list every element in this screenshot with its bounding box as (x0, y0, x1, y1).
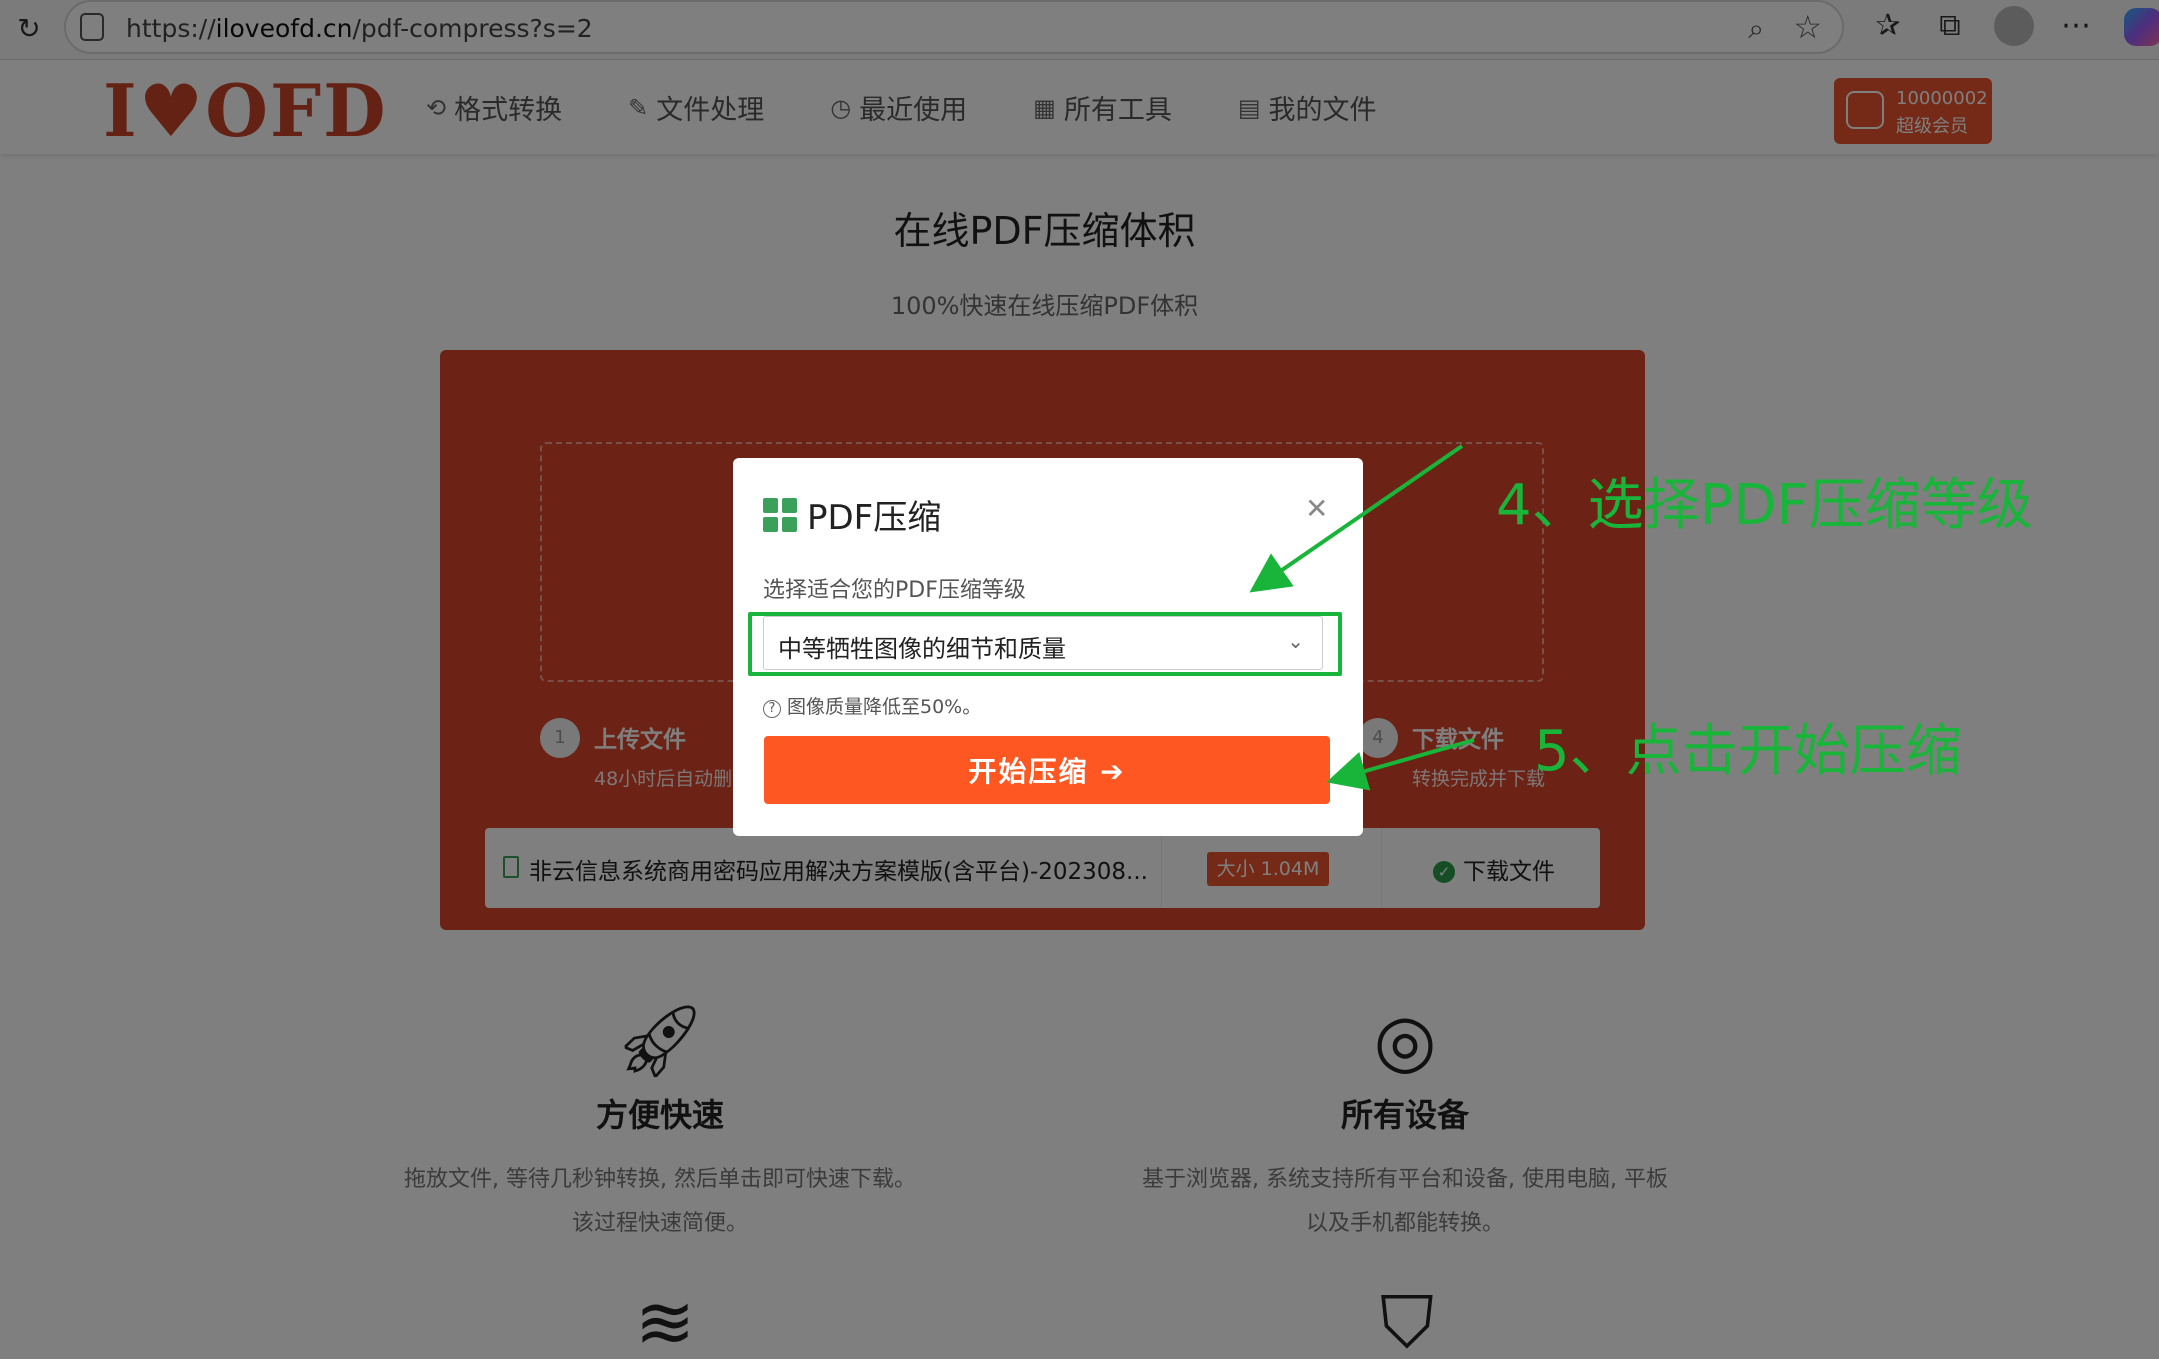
annotation-step5: 5、点击开始压缩 (1534, 719, 1962, 784)
arrow-to-start-button (1326, 738, 1475, 791)
annotation-arrows (1249, 444, 1475, 791)
arrow-to-select (1249, 444, 1464, 593)
annotation-step4: 4、选择PDF压缩等级 (1496, 473, 2033, 538)
